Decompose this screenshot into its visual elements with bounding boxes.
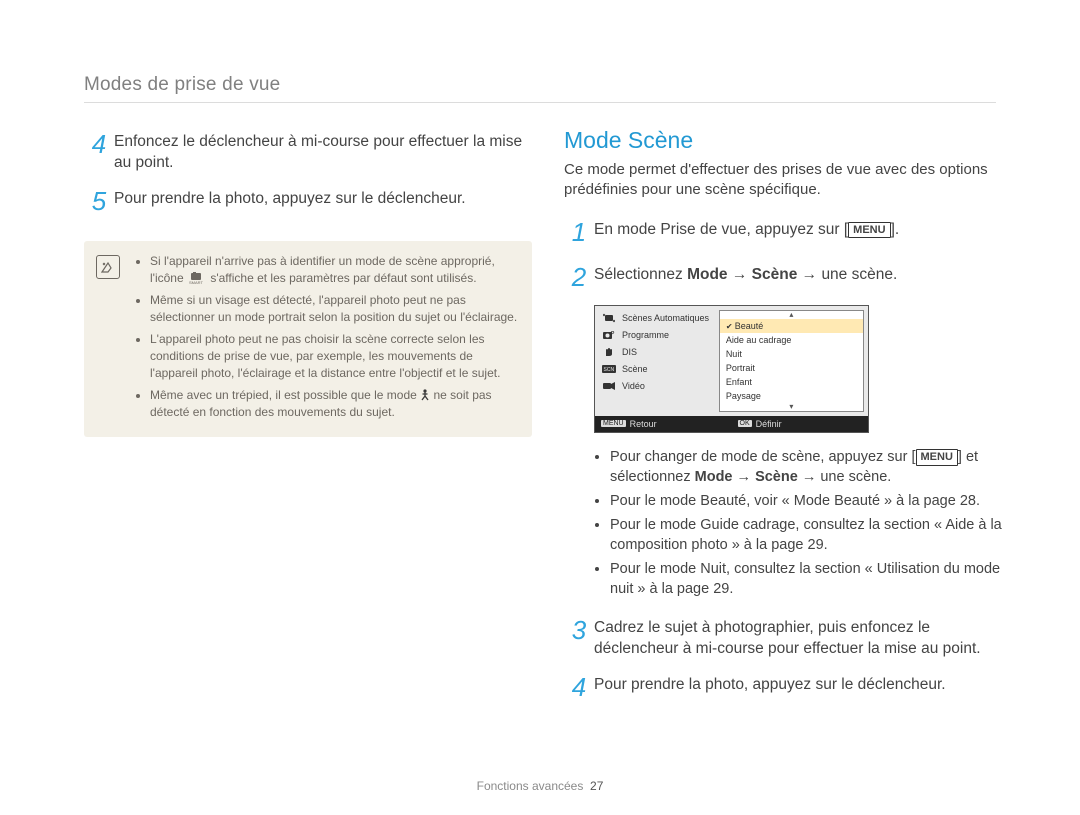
svg-text:SMART: SMART	[189, 280, 203, 284]
camera-mode-item: PProgramme	[601, 329, 715, 341]
section-intro: Ce mode permet d'effectuer des prises de…	[564, 160, 1012, 201]
step-4-right: 4 Pour prendre la photo, appuyez sur le …	[564, 670, 1012, 705]
step-number: 5	[84, 184, 114, 219]
note-box: Si l'appareil n'arrive pas à identifier …	[84, 241, 532, 438]
smart-scene-icon: SMART	[187, 272, 207, 284]
step-number: 2	[564, 260, 594, 295]
svg-text:SCN: SCN	[604, 367, 615, 373]
step-number: 1	[564, 215, 594, 250]
camera-back-hint: MENURetour	[595, 416, 732, 432]
step-text: Cadrez le sujet à photographier, puis en…	[594, 613, 1012, 660]
camera-mode-item: DIS	[601, 346, 715, 358]
ok-key-icon: OK	[738, 420, 752, 427]
note-item: Si l'appareil n'arrive pas à identifier …	[150, 253, 518, 288]
menu-key-icon: MENU	[916, 449, 958, 466]
camera-mode-list: Scènes Automatiques PProgramme DIS SCNSc…	[595, 306, 719, 416]
content-columns: 4 Enfoncez le déclencheur à mi-course po…	[84, 127, 996, 715]
breadcrumb: Modes de prise de vue	[84, 74, 996, 96]
camera-option: Nuit	[720, 347, 863, 361]
camera-option-selected: Beauté	[720, 319, 863, 333]
menu-key-icon: MENU	[601, 420, 626, 427]
footer-section: Fonctions avancées	[477, 779, 584, 793]
step-5-left: 5 Pour prendre la photo, appuyez sur le …	[84, 184, 532, 219]
camera-mode-item: SCNScène	[601, 363, 715, 375]
step-1-right: 1 En mode Prise de vue, appuyez sur [MEN…	[564, 215, 1012, 250]
note-item: L'appareil photo peut ne pas choisir la …	[150, 331, 518, 383]
sub-bullet-list: Pour changer de mode de scène, appuyez s…	[564, 447, 1012, 599]
camera-option: Enfant	[720, 375, 863, 389]
camera-p-icon: P	[601, 329, 617, 341]
sparkle-icon	[601, 312, 617, 324]
hand-icon	[601, 346, 617, 358]
manual-page: Modes de prise de vue 4 Enfoncez le décl…	[0, 0, 1080, 815]
step-3-right: 3 Cadrez le sujet à photographier, puis …	[564, 613, 1012, 660]
sub-bullet: Pour le mode Nuit, consultez la section …	[610, 559, 1012, 599]
sub-bullet: Pour le mode Beauté, voir « Mode Beauté …	[610, 491, 1012, 511]
step-number: 3	[564, 613, 594, 648]
camera-screen-illustration: Scènes Automatiques PProgramme DIS SCNSc…	[594, 305, 869, 433]
step-text: Enfoncez le déclencheur à mi-course pour…	[114, 127, 532, 174]
camera-mode-item: Vidéo	[601, 380, 715, 392]
step-text: Sélectionnez Mode → Scène → une scène.	[594, 260, 1012, 286]
sub-bullet: Pour changer de mode de scène, appuyez s…	[610, 447, 1012, 487]
note-list: Si l'appareil n'arrive pas à identifier …	[136, 253, 518, 422]
tripod-person-icon	[420, 389, 430, 401]
camera-option: Portrait	[720, 361, 863, 375]
camera-option-list: ▴ Beauté Aide au cadrage Nuit Portrait E…	[719, 310, 864, 412]
chevron-up-icon: ▴	[720, 311, 863, 319]
camera-option: Paysage	[720, 389, 863, 403]
page-footer: Fonctions avancées 27	[0, 779, 1080, 793]
step-text: Pour prendre la photo, appuyez sur le dé…	[114, 184, 532, 210]
note-badge-icon	[96, 255, 120, 279]
step-4-left: 4 Enfoncez le déclencheur à mi-course po…	[84, 127, 532, 174]
footer-page-number: 27	[590, 779, 603, 793]
chevron-down-icon: ▾	[720, 403, 863, 411]
note-item: Même avec un trépied, il est possible qu…	[150, 387, 518, 422]
camera-screen-body: Scènes Automatiques PProgramme DIS SCNSc…	[595, 306, 868, 416]
right-column: Mode Scène Ce mode permet d'effectuer de…	[564, 127, 1012, 715]
video-cam-icon	[601, 380, 617, 392]
step-2-right: 2 Sélectionnez Mode → Scène → une scène.	[564, 260, 1012, 295]
menu-key-icon: MENU	[848, 222, 890, 239]
svg-text:P: P	[611, 331, 615, 337]
camera-bottom-bar: MENURetour OKDéfinir	[595, 416, 868, 432]
step-number: 4	[564, 670, 594, 705]
step-number: 4	[84, 127, 114, 162]
camera-option: Aide au cadrage	[720, 333, 863, 347]
step-text: En mode Prise de vue, appuyez sur [MENU]…	[594, 215, 1012, 241]
note-item: Même si un visage est détecté, l'apparei…	[150, 292, 518, 327]
header-divider	[84, 102, 996, 103]
sub-bullet: Pour le mode Guide cadrage, consultez la…	[610, 515, 1012, 555]
step-text: Pour prendre la photo, appuyez sur le dé…	[594, 670, 1012, 696]
scene-badge-icon: SCN	[601, 363, 617, 375]
left-column: 4 Enfoncez le déclencheur à mi-course po…	[84, 127, 532, 715]
section-heading: Mode Scène	[564, 127, 1012, 154]
camera-ok-hint: OKDéfinir	[732, 416, 869, 432]
camera-mode-item: Scènes Automatiques	[601, 312, 715, 324]
